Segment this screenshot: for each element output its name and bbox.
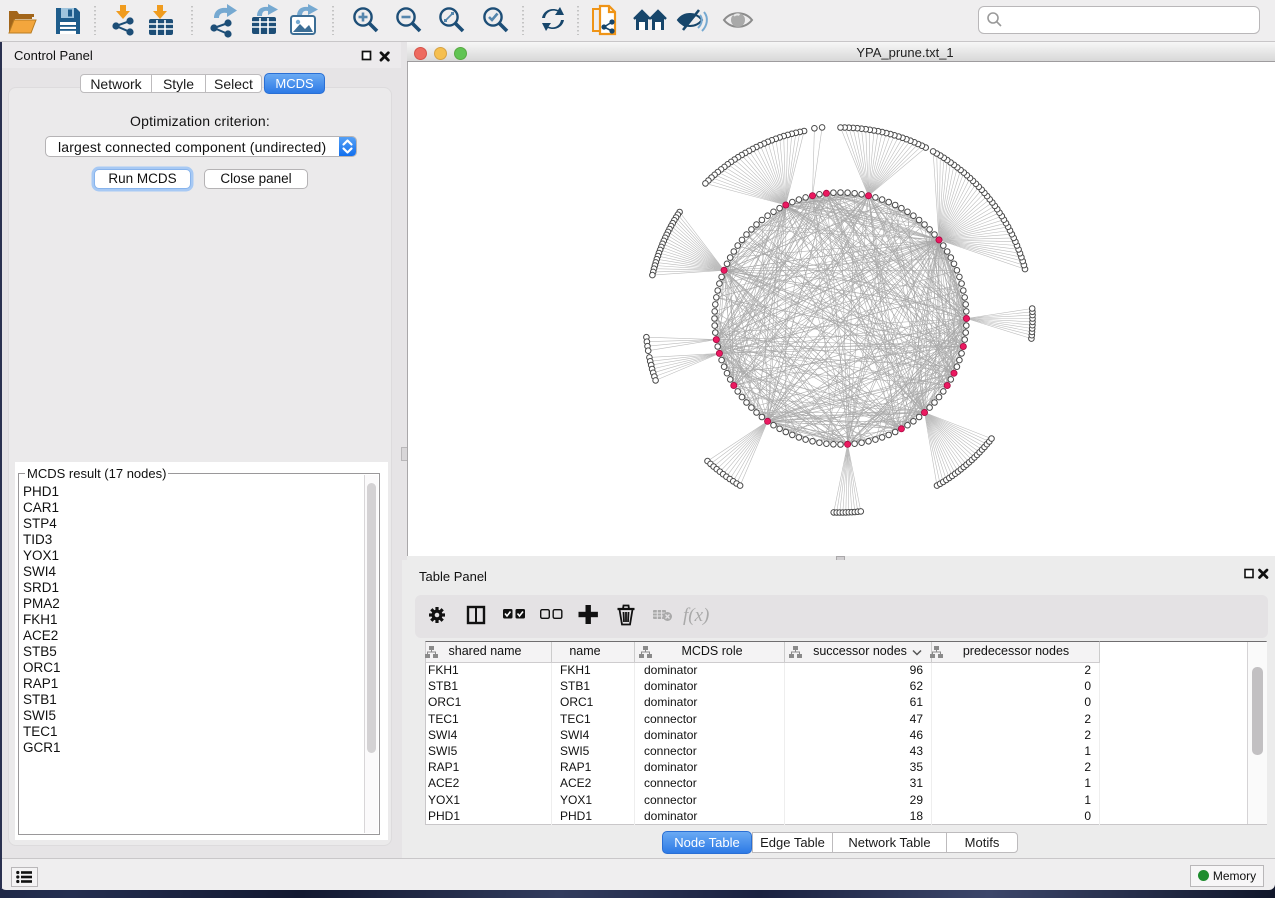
svg-text:f(x): f(x) — [683, 605, 709, 626]
